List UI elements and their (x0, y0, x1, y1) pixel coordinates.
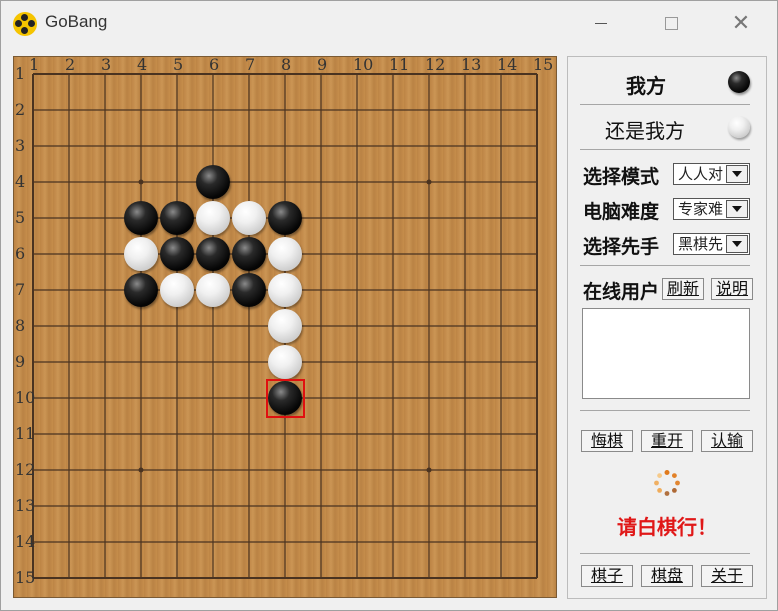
column-label: 8 (281, 55, 292, 74)
white-stone (232, 201, 266, 235)
chevron-down-icon[interactable] (726, 200, 748, 218)
about-button[interactable]: 关于 (701, 565, 753, 587)
maximize-icon[interactable] (647, 1, 695, 45)
white-stone (196, 201, 230, 235)
board-button[interactable]: 棋盘 (641, 565, 693, 587)
row-label: 14 (15, 532, 36, 551)
column-label: 12 (425, 55, 446, 74)
row-label: 8 (15, 316, 26, 335)
white-stone (268, 345, 302, 379)
minimize-icon[interactable] (577, 1, 625, 45)
row-label: 13 (15, 496, 36, 515)
difficulty-value: 专家难 (678, 200, 724, 218)
white-stone (268, 273, 302, 307)
player2-label: 还是我方 (605, 119, 685, 143)
mode-label: 选择模式 (583, 166, 660, 188)
black-stone (232, 237, 266, 271)
turn-status: 请白棋行！ (617, 515, 717, 539)
last-move-marker (266, 379, 305, 418)
star-point (426, 179, 432, 185)
divider (580, 553, 750, 554)
first-move-select[interactable]: 黑棋先 (673, 233, 750, 255)
divider (580, 265, 750, 266)
refresh-button[interactable]: 刷新 (662, 278, 704, 300)
restart-button[interactable]: 重开 (641, 430, 693, 452)
gobang-app-icon (13, 12, 37, 36)
close-icon[interactable]: ✕ (717, 1, 765, 45)
column-label: 5 (173, 55, 184, 74)
game-board[interactable]: 1 2 3 4 5 6 7 8 9 10 11 12 13 14 15 1 2 3 4 5 6 7 8 9 10 11 12 13 14… (13, 55, 557, 598)
divider (580, 149, 750, 150)
window-title: GoBang (45, 12, 108, 31)
white-stone-icon (728, 116, 750, 138)
difficulty-select[interactable]: 专家难 (673, 198, 750, 220)
column-label: 3 (101, 55, 112, 74)
difficulty-label: 电脑难度 (583, 201, 660, 223)
mode-select[interactable]: 人人对 (673, 163, 750, 185)
column-label: 1 (29, 55, 40, 74)
black-stone-icon (728, 71, 750, 93)
column-label: 10 (353, 55, 374, 74)
row-label: 5 (15, 208, 26, 227)
black-stone (196, 237, 230, 271)
black-stone (268, 201, 302, 235)
row-label: 6 (15, 244, 26, 263)
star-point (138, 467, 144, 473)
black-stone (124, 201, 158, 235)
black-stone (124, 273, 158, 307)
side-panel: 我方 还是我方 选择模式 人人对 电脑难度 专家难 选择先手 黑棋先 在线用户 … (567, 56, 767, 599)
column-label: 13 (461, 55, 482, 74)
player1-label: 我方 (626, 74, 666, 98)
column-label: 14 (497, 55, 518, 74)
column-label: 7 (245, 55, 256, 74)
row-label: 10 (15, 388, 36, 407)
resign-button[interactable]: 认输 (701, 430, 753, 452)
row-label: 1 (15, 64, 26, 83)
chevron-down-icon[interactable] (726, 235, 748, 253)
pieces-button[interactable]: 棋子 (581, 565, 633, 587)
first-move-value: 黑棋先 (678, 235, 724, 253)
chevron-down-icon[interactable] (726, 165, 748, 183)
star-point (426, 467, 432, 473)
column-label: 11 (389, 55, 410, 74)
row-label: 11 (15, 424, 36, 443)
column-label: 2 (65, 55, 76, 74)
mode-value: 人人对 (678, 165, 724, 183)
row-label: 7 (15, 280, 26, 299)
divider (580, 104, 750, 105)
online-users-list[interactable] (582, 308, 750, 399)
online-users-label: 在线用户 (583, 281, 659, 303)
white-stone (268, 309, 302, 343)
row-label: 2 (15, 100, 26, 119)
white-stone (196, 273, 230, 307)
divider (580, 410, 750, 411)
column-label: 6 (209, 55, 220, 74)
row-label: 15 (15, 568, 36, 587)
row-label: 9 (15, 352, 26, 371)
black-stone (160, 237, 194, 271)
star-point (138, 179, 144, 185)
white-stone (160, 273, 194, 307)
column-label: 4 (137, 55, 148, 74)
row-label: 4 (15, 172, 26, 191)
black-stone (196, 165, 230, 199)
black-stone (160, 201, 194, 235)
row-label: 12 (15, 460, 36, 479)
row-label: 3 (15, 136, 26, 155)
black-stone (232, 273, 266, 307)
column-label: 15 (533, 55, 554, 74)
title-bar[interactable]: GoBang ✕ (1, 1, 777, 45)
help-button[interactable]: 说明 (711, 278, 753, 300)
first-move-label: 选择先手 (583, 236, 660, 258)
undo-button[interactable]: 悔棋 (581, 430, 633, 452)
white-stone (124, 237, 158, 271)
loading-spinner-icon (654, 470, 680, 496)
white-stone (268, 237, 302, 271)
column-label: 9 (317, 55, 328, 74)
